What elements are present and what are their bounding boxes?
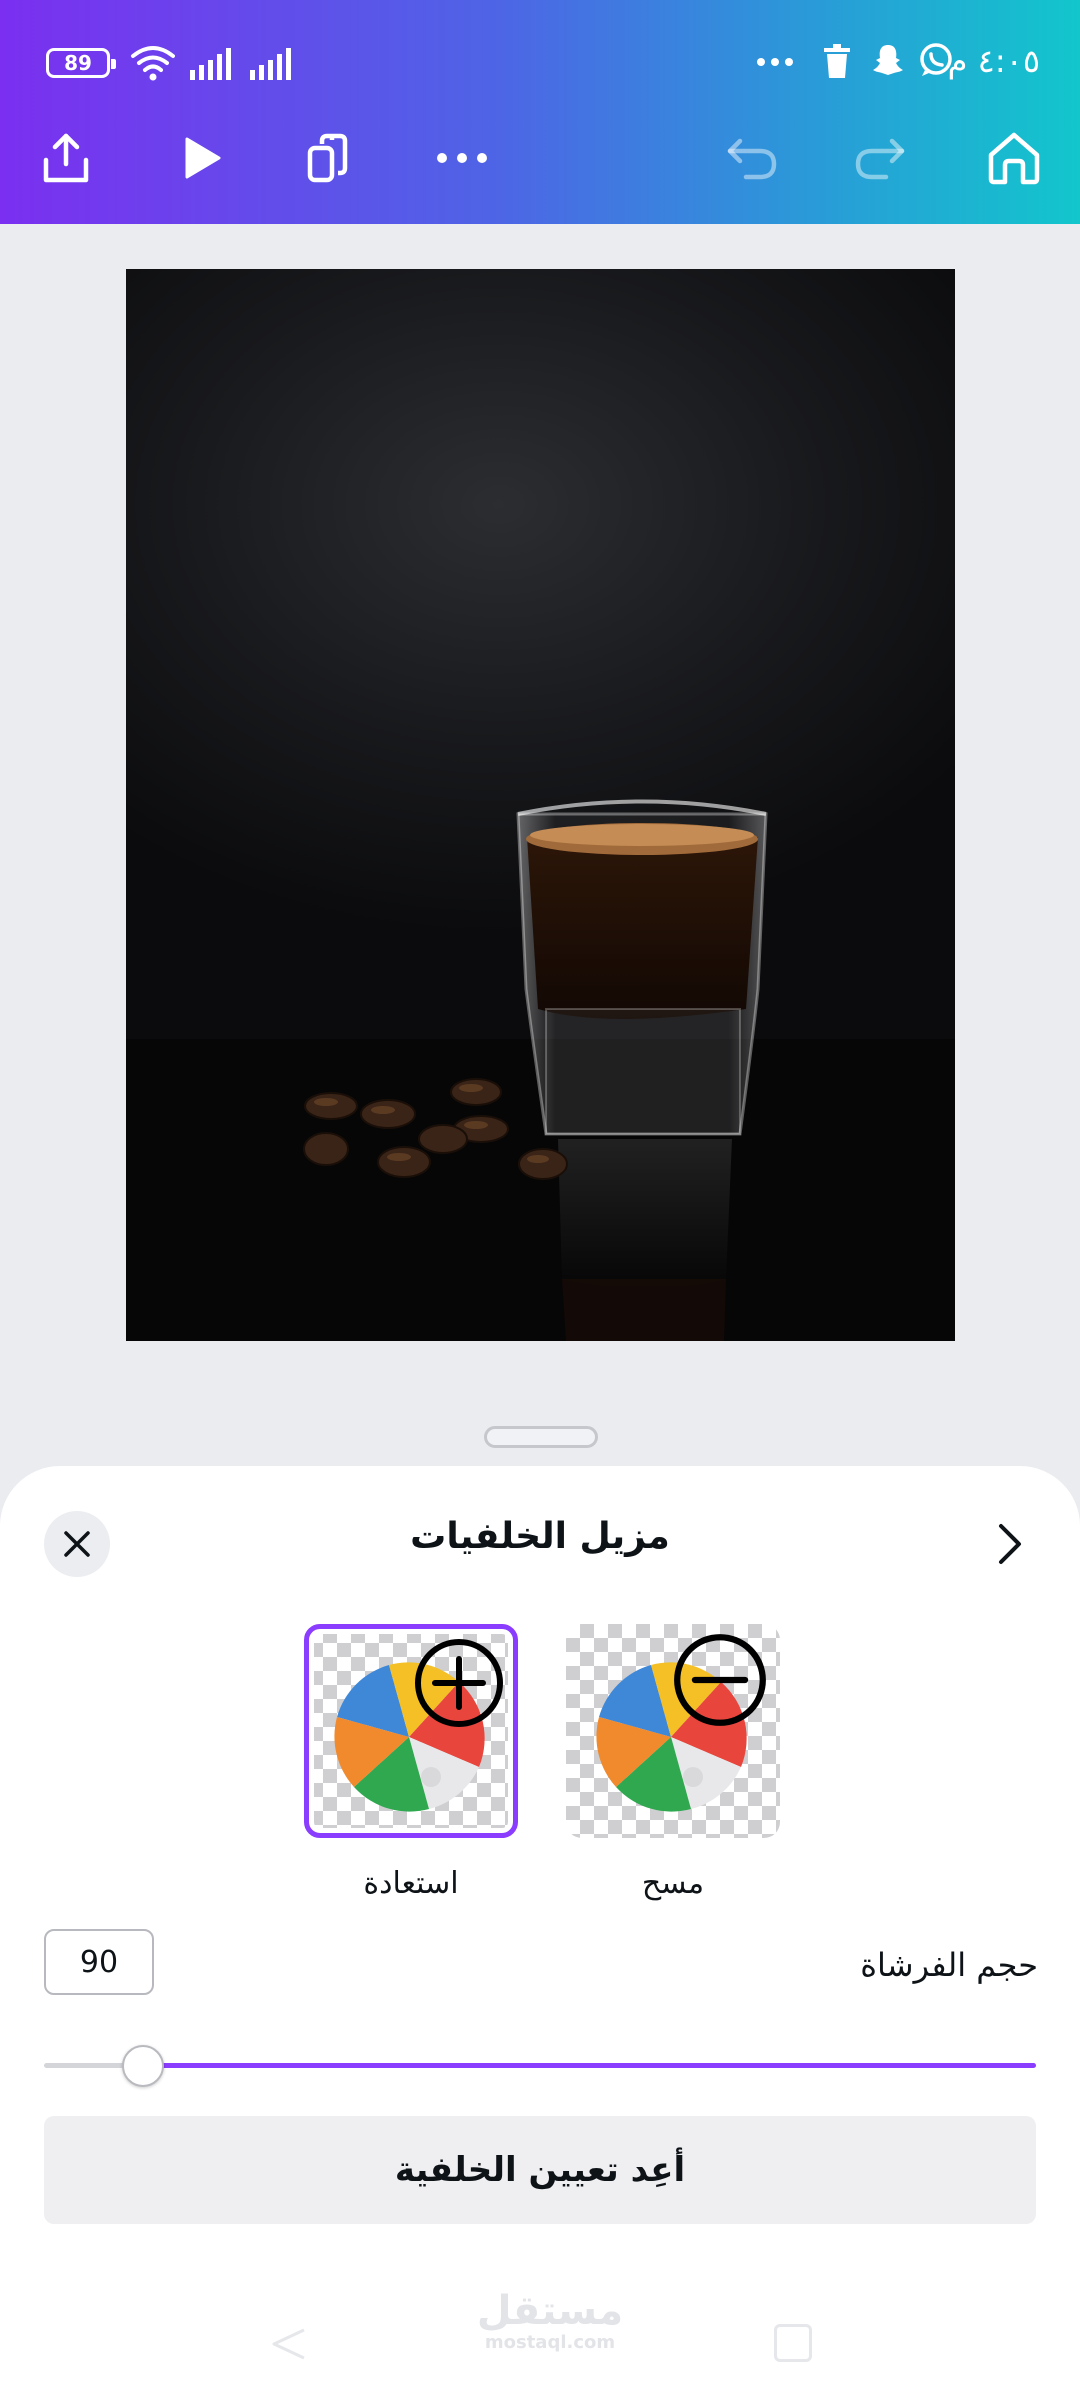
close-icon [64,1531,90,1557]
plus-circle-icon [415,1639,503,1727]
pages-button[interactable] [290,118,370,198]
undo-icon [727,138,777,180]
undo-button[interactable] [712,118,792,198]
trash-icon [824,44,850,78]
snapchat-icon [873,45,903,75]
forward-button[interactable] [980,1514,1040,1574]
redo-button[interactable] [840,118,920,198]
status-time: ٤:٠٥ م [947,42,1040,80]
more-icon [437,153,487,163]
erase-tool-label: مسح [641,1866,705,1901]
share-icon [43,133,89,183]
redo-icon [855,138,905,180]
watermark-sub: mostaql.com [484,2332,616,2353]
restore-tool-label: استعادة [363,1866,459,1901]
brush-size-value: 90 [79,1944,119,1980]
coffee-photo-illustration [126,799,955,1341]
watermark-main: مستقل [476,2288,624,2334]
copy-pages-icon [307,133,348,183]
erase-tool-button[interactable] [566,1624,780,1838]
nav-back-icon[interactable] [268,2326,308,2362]
reset-background-label: أعِد تعيين الخلفية [394,2150,686,2190]
close-button[interactable] [44,1511,110,1577]
minus-circle-icon [674,1634,766,1726]
signal-icon [250,48,291,80]
chevron-right-icon [999,1524,1021,1564]
battery-indicator: 89 [46,48,116,78]
battery-level: 89 [64,51,92,75]
panel-title: مزيل الخلفيات [410,1516,670,1557]
background-remover-panel: مزيل الخلفيات استعادة مسح حجم الفرشاة 90… [0,1466,1080,2400]
brush-size-slider[interactable] [44,2036,1036,2096]
watermark: مستقل mostaql.com [470,2290,630,2353]
play-icon [185,137,221,179]
sheet-drag-handle[interactable] [484,1426,598,1448]
brush-size-label: حجم الفرشاة [860,1946,1038,1984]
restore-tool-button[interactable] [304,1624,518,1838]
status-bar: 89 ٤:٠٥ م [0,30,1080,100]
signal-icon [190,48,231,80]
more-dots-icon [757,58,793,66]
home-icon [988,132,1040,185]
canvas-photo[interactable] [126,269,955,1341]
home-button[interactable] [974,118,1054,198]
reset-background-button[interactable]: أعِد تعيين الخلفية [44,2116,1036,2224]
slider-thumb[interactable] [122,2045,165,2087]
slider-fill [143,2063,1036,2068]
brush-size-input[interactable]: 90 [44,1929,154,1995]
nav-recent-apps-icon[interactable] [774,2324,812,2362]
share-button[interactable] [26,118,106,198]
top-app-bar: 89 ٤:٠٥ م [0,0,1080,224]
wifi-icon [131,46,175,81]
play-button[interactable] [160,118,240,198]
more-button[interactable] [422,118,502,198]
